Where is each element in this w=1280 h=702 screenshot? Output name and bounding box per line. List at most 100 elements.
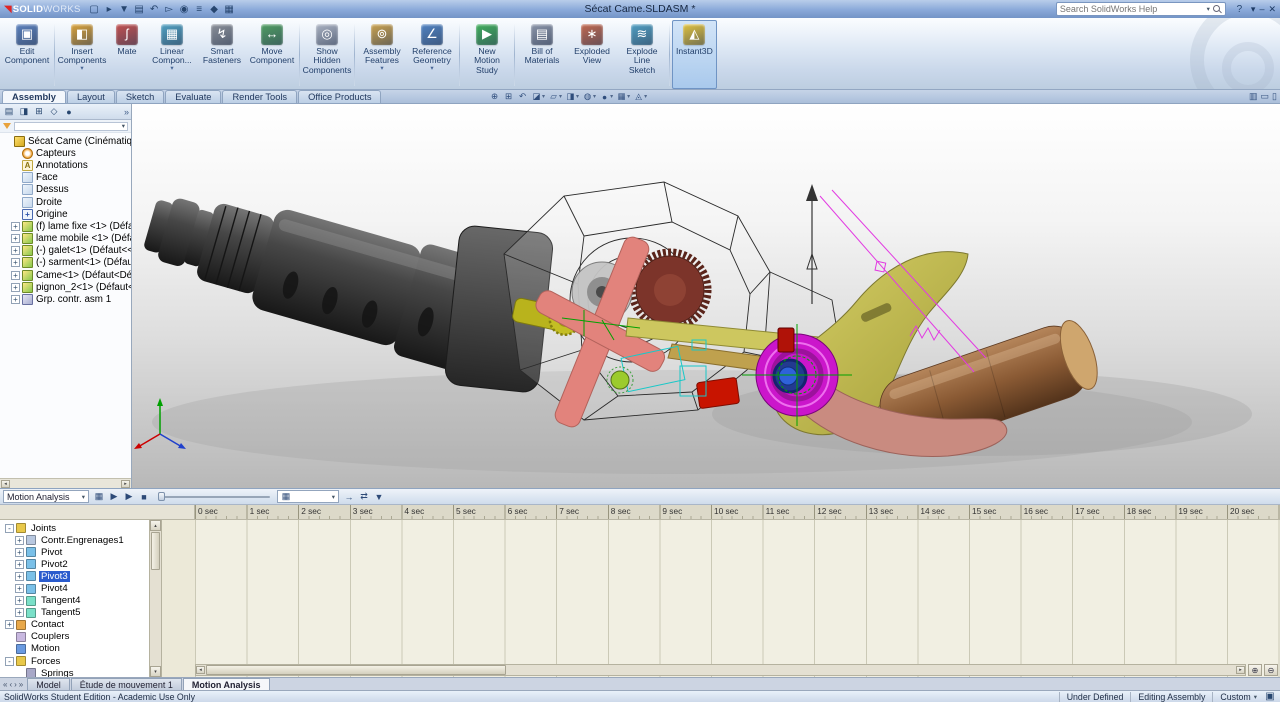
expander-icon[interactable]: + (15, 596, 24, 606)
hscroll-thumb[interactable] (206, 665, 506, 675)
tab-assembly[interactable]: Assembly (2, 90, 66, 103)
edit-appearance-icon-caret[interactable]: ▾ (610, 93, 613, 100)
motion-item-contr-engrenages1[interactable]: + Contr.Engrenages1 (0, 534, 149, 546)
motion-item-forces[interactable]: - Forces (0, 655, 149, 667)
search-caret-icon[interactable]: ▾ (1207, 5, 1210, 13)
expander-icon[interactable]: + (11, 234, 20, 244)
motion-item-pivot3[interactable]: + Pivot3 (0, 570, 149, 582)
motion-item-pivot[interactable]: + Pivot (0, 546, 149, 558)
tree-item-face[interactable]: Face (0, 172, 131, 184)
ribbon-button-linear-compon[interactable]: ▦ Linear Compon... ▾ (147, 20, 197, 89)
tab-layout[interactable]: Layout (66, 90, 115, 103)
expander-icon[interactable]: + (11, 221, 20, 231)
print-icon[interactable]: ▤ (132, 2, 147, 16)
motion-item-tangent5[interactable]: + Tangent5 (0, 607, 149, 619)
ribbon-button-instant3d[interactable]: ◭ Instant3D (672, 20, 717, 89)
tree-item-f-lame-fixe-1-d-faut[interactable]: + (f) lame fixe <1> (Défaut< (0, 220, 131, 232)
filter-input[interactable]: ▾ (14, 121, 128, 131)
hub-pin[interactable] (777, 327, 795, 353)
search-input[interactable] (1059, 4, 1204, 14)
graphics-viewport[interactable] (132, 104, 1280, 488)
timeline-ruler[interactable]: 0 sec 1 sec 2 sec 3 sec 4 sec 5 sec 6 sec 7 sec… (195, 505, 1280, 520)
play-from-start-icon[interactable]: ▶ (107, 490, 121, 503)
tab-office-products[interactable]: Office Products (298, 90, 382, 103)
chevron-icon[interactable]: ▾ (1251, 4, 1256, 15)
timeline-slider[interactable] (158, 491, 270, 502)
tree-item-grp-contr-asm-1[interactable]: + Grp. contr. asm 1 (0, 293, 131, 306)
appearance-icon[interactable]: ◆ (207, 2, 222, 16)
tree-item-came-1-d-faut-d-fau[interactable]: + Came<1> (Défaut<Défau (0, 269, 131, 281)
tree-item-droite[interactable]: Droite (0, 196, 131, 208)
save-animation-icon[interactable]: ▼ (372, 490, 386, 503)
ribbon-button-mate[interactable]: ʃ Mate (107, 20, 147, 89)
ribbon-button-reference-geometry[interactable]: ∠ Reference Geometry ▾ (407, 20, 457, 89)
scroll-up-icon[interactable]: ▴ (150, 520, 161, 531)
undo-icon[interactable]: ↶ (147, 2, 162, 16)
close-icon[interactable]: ✕ (1268, 4, 1276, 15)
scroll-right-icon[interactable]: ▸ (1236, 666, 1245, 674)
calculate-icon[interactable]: ▦ (92, 490, 106, 503)
expander-icon[interactable]: + (15, 559, 24, 569)
study-tab-model[interactable]: Model (27, 678, 70, 690)
ribbon-button-smart-fasteners[interactable]: ↯ Smart Fasteners (197, 20, 247, 89)
timeline-hscrollbar[interactable]: ◂ ▸ (195, 664, 1246, 676)
scroll-right-icon[interactable]: ▸ (121, 479, 130, 488)
tab-nav-icon-3[interactable]: » (19, 680, 23, 689)
configurationmanager-tab-icon[interactable]: ⊞ (32, 105, 46, 118)
units-combo[interactable]: Custom ▾ (1212, 691, 1264, 702)
filter-caret-icon[interactable]: ▾ (122, 122, 125, 130)
zoom-in-icon[interactable]: ⊕ (1248, 664, 1262, 676)
task-pane-toggle-icon[interactable]: ▥ (1249, 91, 1258, 102)
expander-icon[interactable]: - (5, 656, 14, 666)
options-icon[interactable]: ≡ (192, 2, 207, 16)
tab-render-tools[interactable]: Render Tools (222, 90, 298, 103)
tab-sketch[interactable]: Sketch (115, 90, 165, 103)
search-icon[interactable] (1212, 4, 1222, 14)
filter-funnel-icon[interactable] (3, 123, 11, 129)
save-icon[interactable]: ▼ (117, 2, 132, 16)
zoom-out-icon[interactable]: ⊖ (1264, 664, 1278, 676)
loop-mode-icon[interactable]: ⇄ (357, 490, 371, 503)
ribbon-button-show-hidden-components[interactable]: ◎ Show Hidden Components (302, 20, 352, 89)
feature-panel-hscrollbar[interactable]: ◂ ▸ (0, 478, 131, 488)
expander-icon[interactable]: + (5, 620, 14, 630)
zoom-fit-icon[interactable]: ⊕ (488, 91, 501, 103)
view-orientation-icon-caret[interactable]: ▾ (559, 93, 562, 100)
timeline-grid[interactable]: ◂ ▸ ⊕ ⊖ (195, 520, 1280, 677)
expander-icon[interactable]: + (11, 258, 20, 268)
rebuild-icon[interactable]: ◉ (177, 2, 192, 16)
minimize-icon[interactable]: – (1259, 4, 1264, 15)
ribbon-button-insert-components[interactable]: ◧ Insert Components ▾ (57, 20, 107, 89)
tab-nav-icon-2[interactable]: › (14, 680, 17, 689)
scroll-left-icon[interactable]: ◂ (196, 666, 205, 674)
ribbon-button-edit-component[interactable]: ▣ Edit Component (2, 20, 52, 89)
displaymanager-tab-icon[interactable]: ● (62, 105, 76, 118)
study-type-combo[interactable]: Motion Analysis ▾ (3, 490, 89, 503)
tab-evaluate[interactable]: Evaluate (165, 90, 222, 103)
scroll-left-icon[interactable]: ◂ (1, 479, 10, 488)
cam-follower-block[interactable] (696, 377, 740, 409)
motion-item-pivot4[interactable]: + Pivot4 (0, 582, 149, 594)
expander-icon[interactable]: + (15, 535, 24, 545)
ribbon-button-new-motion-study[interactable]: ▶ New Motion Study (462, 20, 512, 89)
tree-item-lame-mobile-1-d-faut[interactable]: + lame mobile <1> (Défaut- (0, 233, 131, 245)
display-style-icon-caret[interactable]: ▾ (576, 93, 579, 100)
expander-icon[interactable]: + (15, 571, 24, 581)
ribbon-button-move-component[interactable]: ↔ Move Component (247, 20, 297, 89)
expander-icon[interactable]: + (11, 270, 20, 280)
search-box[interactable]: ▾ (1055, 2, 1226, 16)
maximize-viewport-icon[interactable]: ▯ (1272, 91, 1277, 102)
vscroll-thumb[interactable] (151, 532, 160, 570)
study-tab-motion-analysis[interactable]: Motion Analysis (182, 678, 270, 690)
tab-nav-icon-1[interactable]: ‹ (9, 680, 12, 689)
ribbon-button-exploded-view[interactable]: ∗ Exploded View (567, 20, 617, 89)
stop-icon[interactable]: ■ (137, 490, 151, 503)
ribbon-button-assembly-features[interactable]: ⊚ Assembly Features ▾ (357, 20, 407, 89)
expander-icon[interactable]: + (11, 246, 20, 256)
panel-overflow-icon[interactable]: » (124, 107, 129, 117)
ribbon-button-bill-of-materials[interactable]: ▤ Bill of Materials (517, 20, 567, 89)
statusbar-icon[interactable]: ▣ (1264, 690, 1276, 702)
motion-item-tangent4[interactable]: + Tangent4 (0, 595, 149, 607)
help-icon[interactable]: ? (1232, 2, 1247, 16)
slider-thumb[interactable] (158, 492, 165, 501)
